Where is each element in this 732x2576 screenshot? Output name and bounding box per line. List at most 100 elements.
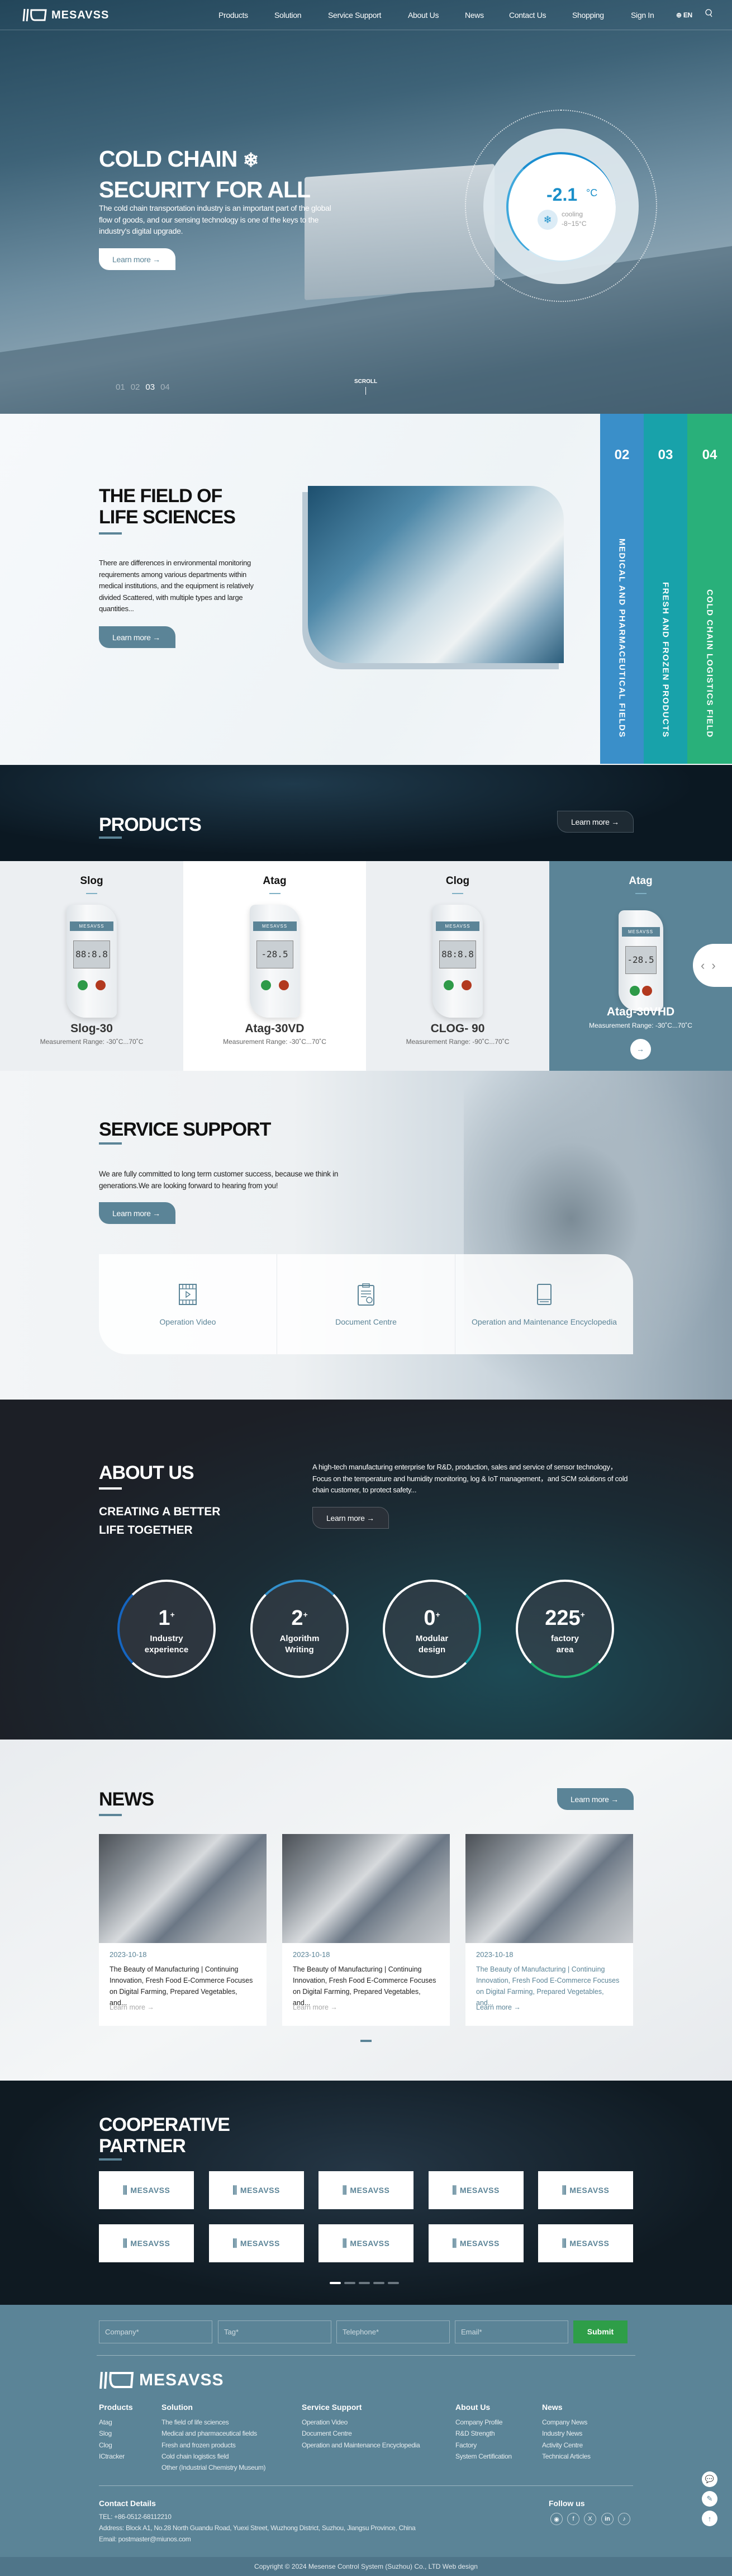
prev-arrow-icon[interactable]: ‹ xyxy=(701,958,705,973)
slide-dot[interactable]: 02 xyxy=(131,382,140,392)
partner-logo[interactable]: ⫼ MESAVSS xyxy=(99,2171,194,2209)
nav-service-support[interactable]: Service Support xyxy=(328,11,381,20)
footer-column-title[interactable]: Products xyxy=(99,2403,133,2412)
news-learn-more-link[interactable]: Learn more → xyxy=(110,2003,154,2011)
nav-news[interactable]: News xyxy=(465,11,484,20)
news-card[interactable]: 2023-10-18 The Beauty of Manufacturing | … xyxy=(465,1834,633,2026)
footer-link[interactable]: R&D Strength xyxy=(455,2430,495,2437)
chat-button[interactable]: 💬 xyxy=(702,2471,717,2487)
news-learn-more-button[interactable]: Learn more → xyxy=(557,1788,634,1810)
language-switch[interactable]: ⊕ EN xyxy=(676,11,692,19)
partner-logo[interactable]: ⫼ MESAVSS xyxy=(319,2224,413,2262)
weibo-icon[interactable]: ◉ xyxy=(550,2513,563,2525)
partner-logo[interactable]: ⫼ MESAVSS xyxy=(538,2224,633,2262)
products-learn-more-button[interactable]: Learn more → xyxy=(557,811,634,833)
tiktok-icon[interactable]: ♪ xyxy=(618,2513,630,2525)
logo[interactable]: MESAVSS xyxy=(22,8,109,22)
news-title[interactable]: The Beauty of Manufacturing | Continuing… xyxy=(110,1964,256,2008)
footer-link[interactable]: Clog xyxy=(99,2441,112,2449)
fields-learn-more-button[interactable]: Learn more → xyxy=(99,626,175,648)
hero-learn-more-button[interactable]: Learn more → xyxy=(99,248,175,270)
news-pagination-dot[interactable] xyxy=(360,2040,372,2042)
product-card[interactable]: Slog MESAVSS 88:8.8 Slog-30 Measurement Rang… xyxy=(0,861,183,1071)
footer-link[interactable]: Industry News xyxy=(542,2430,582,2437)
partner-logo[interactable]: ⫼ MESAVSS xyxy=(538,2171,633,2209)
footer-column-title[interactable]: Solution xyxy=(161,2403,193,2412)
telephone-input[interactable] xyxy=(336,2320,450,2343)
search-button[interactable] xyxy=(705,9,713,20)
slide-dot[interactable]: 04 xyxy=(160,382,170,392)
back-to-top-button[interactable]: ↑ xyxy=(702,2511,717,2526)
partner-logo[interactable]: ⫼ MESAVSS xyxy=(208,2224,304,2262)
footer-link[interactable]: Cold chain logistics field xyxy=(161,2452,229,2460)
footer-link[interactable]: Document Centre xyxy=(302,2430,352,2437)
footer-link[interactable]: Company News xyxy=(542,2418,587,2426)
submit-button[interactable]: Submit xyxy=(573,2320,628,2343)
x-icon[interactable]: X xyxy=(584,2513,596,2525)
service-encyclopedia[interactable]: Operation and Maintenance Encyclopedia xyxy=(455,1254,633,1354)
nav-sign-in[interactable]: Sign In xyxy=(631,11,654,20)
facebook-icon[interactable]: f xyxy=(567,2513,579,2525)
service-document-centre[interactable]: Document Centre xyxy=(277,1254,455,1354)
footer-link[interactable]: Slog xyxy=(99,2430,112,2437)
pagination-dot[interactable] xyxy=(330,2282,341,2284)
slide-dot[interactable]: 01 xyxy=(116,382,125,392)
field-tab-logistics[interactable]: 04 COLD CHAIN LOGISTICS FIELD xyxy=(687,414,732,764)
footer-link[interactable]: ICtracker xyxy=(99,2452,125,2460)
company-input[interactable] xyxy=(99,2320,212,2343)
footer-link[interactable]: Fresh and frozen products xyxy=(161,2441,236,2449)
footer-link[interactable]: Factory xyxy=(455,2441,477,2449)
news-card[interactable]: 2023-10-18 The Beauty of Manufacturing | … xyxy=(282,1834,450,2026)
next-arrow-icon[interactable]: › xyxy=(711,958,715,973)
footer-logo[interactable]: MESAVSS xyxy=(99,2370,224,2390)
product-card[interactable]: Atag MESAVSS -28.5 Atag-30VD Measurement Ran… xyxy=(183,861,367,1071)
news-learn-more-link[interactable]: Learn more → xyxy=(293,2003,338,2011)
footer-link[interactable]: System Certification xyxy=(455,2452,512,2460)
pagination-dot[interactable] xyxy=(373,2282,384,2284)
service-operation-video[interactable]: Operation Video xyxy=(99,1254,277,1354)
slide-dot-active[interactable]: 03 xyxy=(145,382,155,392)
footer-column-title[interactable]: Service Support xyxy=(302,2403,362,2412)
pagination-dot[interactable] xyxy=(359,2282,370,2284)
partner-logo[interactable]: ⫼ MESAVSS xyxy=(99,2224,194,2262)
nav-solution[interactable]: Solution xyxy=(274,11,302,20)
news-title[interactable]: The Beauty of Manufacturing | Continuing… xyxy=(476,1964,623,2008)
linkedin-icon[interactable]: in xyxy=(601,2513,614,2525)
footer-column-title[interactable]: About Us xyxy=(455,2403,490,2412)
footer-link[interactable]: Operation and Maintenance Encyclopedia xyxy=(302,2441,420,2449)
field-tab-fresh[interactable]: 03 FRESH AND FROZEN PRODUCTS xyxy=(644,414,687,764)
nav-products[interactable]: Products xyxy=(218,11,248,20)
partner-logo[interactable]: ⫼ MESAVSS xyxy=(428,2224,524,2262)
news-title[interactable]: The Beauty of Manufacturing | Continuing… xyxy=(293,1964,440,2008)
contact-email[interactable]: Email: postmaster@miunos.com xyxy=(99,2535,191,2543)
footer-column-title[interactable]: News xyxy=(542,2403,563,2412)
email-input[interactable] xyxy=(455,2320,568,2343)
message-button[interactable]: ✎ xyxy=(702,2491,717,2507)
footer-link[interactable]: Activity Centre xyxy=(542,2441,583,2449)
news-card[interactable]: 2023-10-18 The Beauty of Manufacturing | … xyxy=(99,1834,267,2026)
footer-link[interactable]: Technical Articles xyxy=(542,2452,591,2460)
product-detail-button[interactable]: → xyxy=(630,1039,651,1060)
partner-logo[interactable]: ⫼ MESAVSS xyxy=(208,2171,304,2209)
pagination-dot[interactable] xyxy=(344,2282,355,2284)
footer-link[interactable]: Company Profile xyxy=(455,2418,503,2426)
footer-link[interactable]: Operation Video xyxy=(302,2418,348,2426)
nav-contact-us[interactable]: Contact Us xyxy=(509,11,546,20)
partner-logo[interactable]: ⫼ MESAVSS xyxy=(428,2171,524,2209)
scroll-indicator[interactable]: SCROLL xyxy=(354,379,377,385)
field-tab-medical[interactable]: 02 MEDICAL AND PHARMACEUTICAL FIELDS xyxy=(600,414,644,764)
nav-shopping[interactable]: Shopping xyxy=(572,11,604,20)
pagination-dot[interactable] xyxy=(388,2282,399,2284)
footer-link[interactable]: The field of life sciences xyxy=(161,2418,229,2426)
footer-link[interactable]: Other (Industrial Chemistry Museum) xyxy=(161,2464,266,2471)
product-card[interactable]: Clog MESAVSS 88:8.8 CLOG- 90 Measurement Ran… xyxy=(366,861,549,1071)
footer-link[interactable]: Medical and pharmaceutical fields xyxy=(161,2430,257,2437)
tag-input[interactable] xyxy=(218,2320,331,2343)
partner-logo[interactable]: ⫼ MESAVSS xyxy=(319,2171,413,2209)
news-learn-more-link[interactable]: Learn more → xyxy=(476,2003,521,2011)
service-learn-more-button[interactable]: Learn more → xyxy=(99,1202,175,1224)
about-learn-more-button[interactable]: Learn more → xyxy=(312,1507,389,1529)
nav-about-us[interactable]: About Us xyxy=(408,11,439,20)
footer-link[interactable]: Atag xyxy=(99,2418,112,2426)
stat-value: 2+ xyxy=(253,1606,346,1630)
